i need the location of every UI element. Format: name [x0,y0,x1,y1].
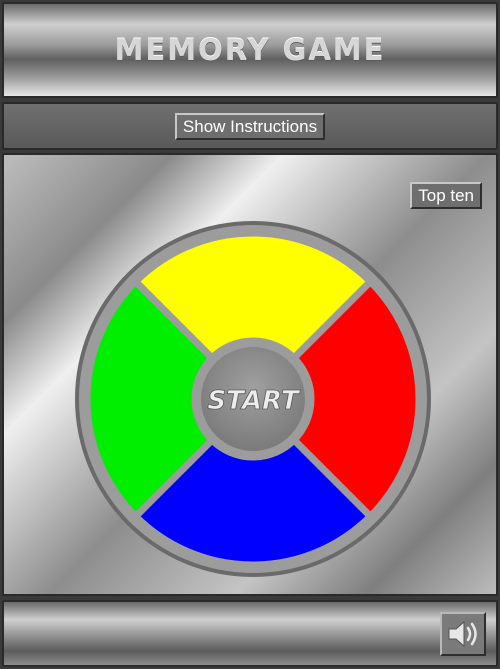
footer-panel [2,600,498,667]
show-instructions-button[interactable]: Show Instructions [174,112,326,140]
game-board: START [75,221,431,577]
toolbar: Show Instructions [2,102,498,150]
start-label: START [207,386,300,416]
speaker-volume-icon [448,620,477,648]
game-area: Top ten START [2,153,498,596]
header-panel: MEMORY GAME [2,2,498,98]
game-title: MEMORY GAME [114,33,386,67]
sound-toggle-button[interactable] [440,612,486,656]
